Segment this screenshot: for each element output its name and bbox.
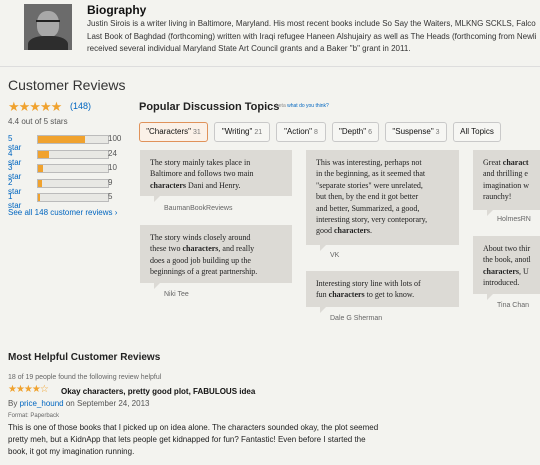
snippet-author[interactable]: Niki Tee	[164, 291, 189, 298]
snippet-text: This was interesting, perhaps not in the …	[316, 158, 428, 236]
review-byline: By price_hound on September 24, 2013	[8, 399, 150, 408]
discussion-topics-title: Popular Discussion Topics	[139, 101, 280, 113]
histogram-count: 100	[108, 134, 122, 143]
snippet-card[interactable]: The story winds closely around these two …	[140, 225, 292, 289]
snippet-card[interactable]: Great charact and thrilling e imagination …	[473, 150, 540, 216]
snippet-author[interactable]: HolmesRN	[497, 216, 531, 223]
snippet-text: Great charact and thrilling e imagination …	[483, 158, 529, 202]
review-stars-icon: ★★★★☆	[8, 384, 49, 395]
review-count-link[interactable]: (148)	[70, 101, 91, 111]
feedback-link[interactable]: what do you think?	[287, 103, 329, 109]
average-rating-stars-icon[interactable]: ★★★★★	[8, 99, 62, 115]
snippet-card[interactable]: Interesting story line with lots of fun c…	[306, 271, 459, 313]
biography-section: Biography Justin Sirois is a writer livi…	[0, 0, 540, 62]
biography-title: Biography	[87, 3, 147, 17]
all-topics-button[interactable]: All Topics	[453, 122, 501, 142]
see-all-reviews-link[interactable]: See all 148 customer reviews ›	[8, 208, 117, 217]
histogram-bar[interactable]	[37, 135, 109, 144]
reviewer-link[interactable]: price_hound	[20, 399, 64, 408]
snippet-card[interactable]: The story mainly takes place in Baltimore…	[140, 150, 292, 202]
snippet-text: Interesting story line with lots of fun c…	[316, 279, 421, 300]
histogram-count: 10	[108, 163, 117, 172]
review-format: Format: Paperback	[8, 413, 60, 419]
histogram-count: 5	[108, 192, 113, 201]
section-divider	[0, 66, 540, 67]
histogram-bar[interactable]	[37, 164, 109, 173]
snippet-author[interactable]: Tina Chan	[497, 302, 529, 309]
histogram-count: 9	[108, 177, 113, 187]
topic-writing-button[interactable]: "Writing" 21	[214, 122, 270, 142]
topic-depth-button[interactable]: "Depth" 6	[332, 122, 379, 142]
biography-text: Justin Sirois is a writer living in Balt…	[87, 19, 537, 53]
snippet-author[interactable]: BaumanBookReviews	[164, 205, 232, 212]
snippet-author[interactable]: Dale G Sherman	[330, 315, 382, 322]
snippet-author[interactable]: VK	[330, 252, 339, 259]
customer-reviews-title: Customer Reviews	[8, 77, 126, 93]
most-helpful-title: Most Helpful Customer Reviews	[8, 352, 161, 363]
snippet-text: About two thir the book, anotl characters,…	[483, 244, 531, 288]
beta-note: beta what do you think?	[276, 103, 329, 109]
review-title-link[interactable]: Okay characters, pretty good plot, FABUL…	[61, 387, 255, 396]
snippet-text: The story mainly takes place in Baltimore…	[150, 158, 254, 190]
snippet-text: The story winds closely around these two …	[150, 233, 258, 277]
topic-action-button[interactable]: "Action" 8	[276, 122, 326, 142]
topic-suspense-button[interactable]: "Suspense" 3	[385, 122, 447, 142]
snippet-card[interactable]: About two thir the book, anotl characters,…	[473, 236, 540, 300]
snippet-card[interactable]: This was interesting, perhaps not in the …	[306, 150, 459, 251]
histogram-bar[interactable]	[37, 149, 109, 159]
histogram-count: 24	[108, 148, 117, 158]
review-body: This is one of those books that I picked…	[8, 423, 379, 456]
helpful-votes-text: 18 of 19 people found the following revi…	[8, 374, 162, 381]
author-avatar[interactable]	[24, 4, 72, 50]
histogram-bar[interactable]	[37, 178, 109, 188]
topic-characters-button[interactable]: "Characters" 31	[139, 122, 208, 142]
average-rating-text: 4.4 out of 5 stars	[8, 117, 68, 126]
histogram-bar[interactable]	[37, 193, 109, 202]
